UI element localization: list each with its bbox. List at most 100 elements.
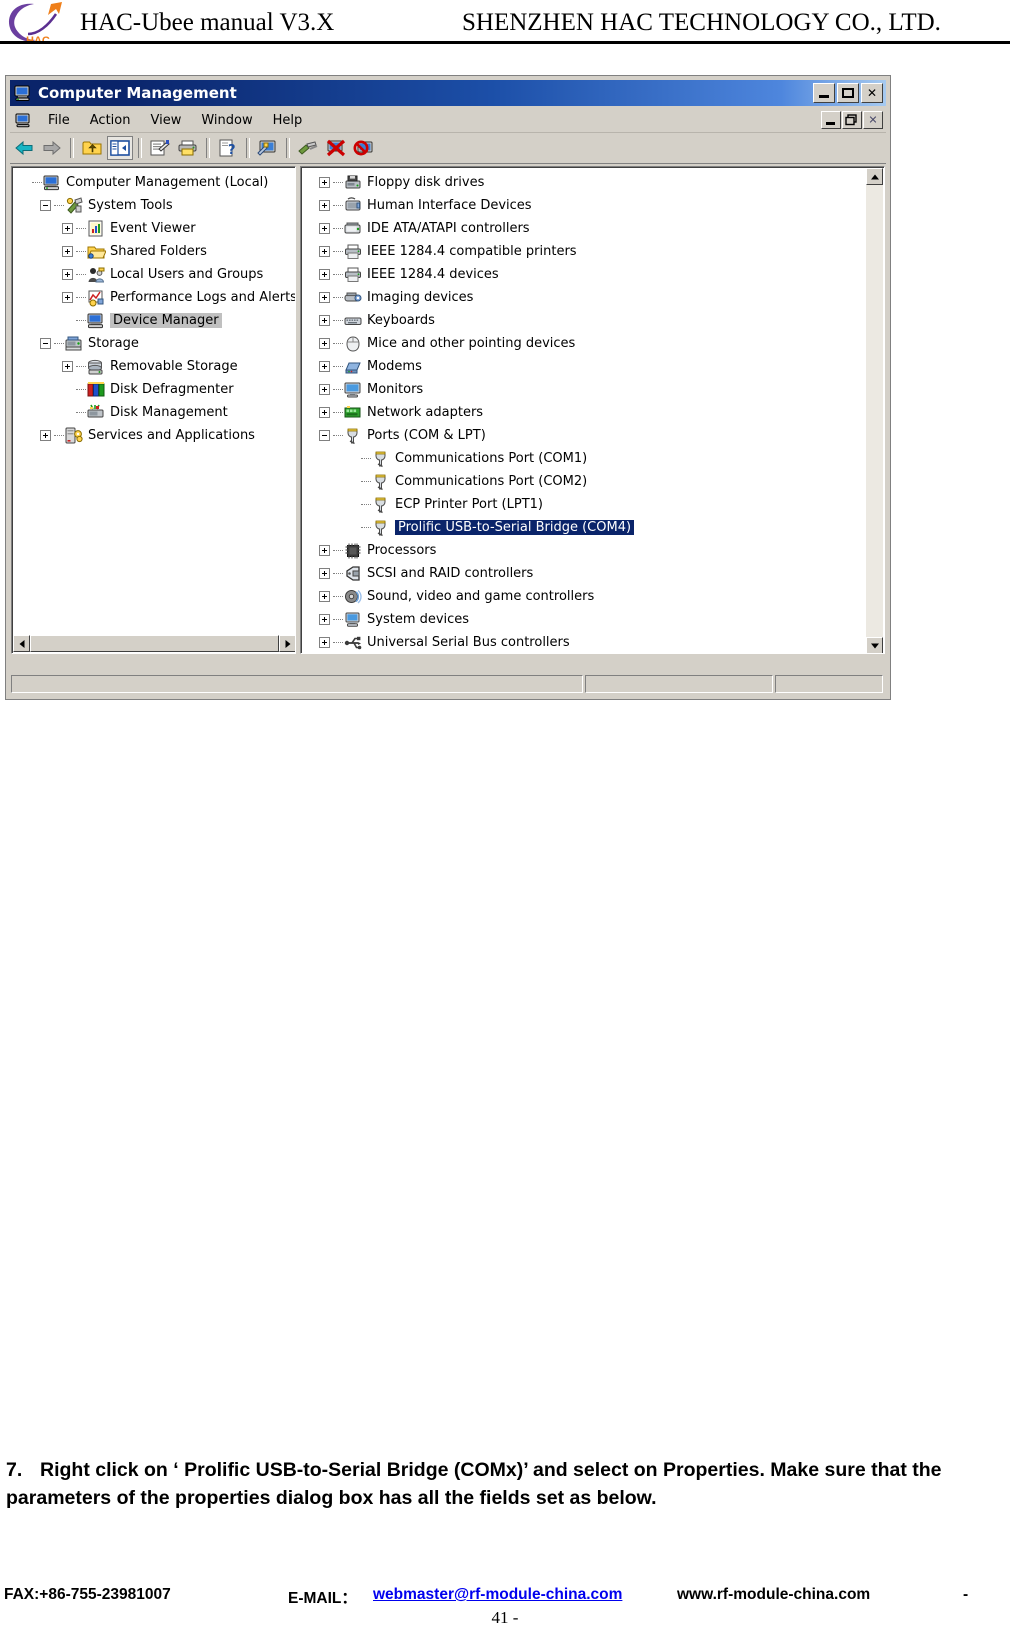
- instruction-paragraph: 7. Right click on ‘ Prolific USB-to-Seri…: [6, 1456, 1004, 1513]
- tree-item[interactable]: System Tools: [12, 194, 295, 217]
- expand-node-icon[interactable]: [319, 637, 330, 648]
- expand-node-icon[interactable]: [319, 407, 330, 418]
- collapse-node-icon[interactable]: [40, 200, 51, 211]
- tree-item[interactable]: Human Interface Devices: [305, 194, 884, 217]
- tree-item[interactable]: Network adapters: [305, 401, 884, 424]
- uninstall-device-icon[interactable]: [351, 136, 377, 160]
- expand-node-icon[interactable]: [319, 614, 330, 625]
- email-link[interactable]: webmaster@rf-module-china.com: [373, 1586, 622, 1604]
- print-icon[interactable]: [175, 136, 201, 160]
- menu-file[interactable]: File: [38, 111, 80, 130]
- tree-item[interactable]: Prolific USB-to-Serial Bridge (COM4): [305, 516, 884, 539]
- tree-item[interactable]: IEEE 1284.4 devices: [305, 263, 884, 286]
- expand-node-icon[interactable]: [319, 545, 330, 556]
- disable-device-icon[interactable]: [323, 136, 349, 160]
- scan-for-hardware-changes-icon[interactable]: [255, 136, 281, 160]
- tree-item[interactable]: Floppy disk drives: [305, 171, 884, 194]
- tree-item[interactable]: Sound, video and game controllers: [305, 585, 884, 608]
- console-tree-horizontal-scrollbar[interactable]: [13, 635, 295, 652]
- tree-item[interactable]: SCSI and RAID controllers: [305, 562, 884, 585]
- tree-item[interactable]: Mice and other pointing devices: [305, 332, 884, 355]
- back-icon[interactable]: [11, 136, 37, 160]
- update-driver-icon[interactable]: [295, 136, 321, 160]
- window-titlebar[interactable]: Computer Management ✕: [10, 80, 886, 106]
- mdi-minimize-button[interactable]: [821, 111, 841, 129]
- tree-item[interactable]: Modems: [305, 355, 884, 378]
- expand-node-icon[interactable]: [319, 246, 330, 257]
- mdi-restore-button[interactable]: [842, 111, 862, 129]
- tree-connector-line: [76, 296, 86, 299]
- tree-item[interactable]: Local Users and Groups: [12, 263, 295, 286]
- expand-node-icon[interactable]: [319, 269, 330, 280]
- expand-node-icon[interactable]: [62, 292, 73, 303]
- menu-help[interactable]: Help: [263, 111, 313, 130]
- expand-node-icon[interactable]: [319, 361, 330, 372]
- expand-node-icon[interactable]: [319, 591, 330, 602]
- expand-node-icon[interactable]: [319, 568, 330, 579]
- expand-node-icon[interactable]: [62, 223, 73, 234]
- tree-item[interactable]: Performance Logs and Alerts: [12, 286, 295, 309]
- tree-item[interactable]: Removable Storage: [12, 355, 295, 378]
- tree-item[interactable]: Device Manager: [12, 309, 295, 332]
- tree-item[interactable]: System devices: [305, 608, 884, 631]
- expand-node-icon[interactable]: [62, 246, 73, 257]
- storage-icon: [65, 335, 84, 353]
- tree-item[interactable]: Imaging devices: [305, 286, 884, 309]
- menu-action[interactable]: Action: [80, 111, 141, 130]
- toolbar: ?: [10, 133, 886, 164]
- tree-item[interactable]: IEEE 1284.4 compatible printers: [305, 240, 884, 263]
- help-icon[interactable]: ?: [215, 136, 241, 160]
- mouse-icon: [344, 335, 363, 353]
- properties-icon[interactable]: [147, 136, 173, 160]
- close-button[interactable]: ✕: [861, 83, 883, 103]
- scroll-right-button[interactable]: [279, 635, 295, 652]
- tree-item[interactable]: Computer Management (Local): [12, 171, 295, 194]
- expand-node-icon[interactable]: [319, 384, 330, 395]
- scroll-track[interactable]: [866, 185, 883, 637]
- console-tree[interactable]: Computer Management (Local) System Tools E…: [12, 167, 295, 653]
- expand-node-icon[interactable]: [319, 338, 330, 349]
- expand-node-icon[interactable]: [319, 223, 330, 234]
- tree-item[interactable]: Ports (COM & LPT): [305, 424, 884, 447]
- show-hide-console-tree-icon[interactable]: [107, 136, 133, 160]
- expand-node-icon[interactable]: [319, 177, 330, 188]
- device-tree[interactable]: Floppy disk drives Human Interface Device…: [301, 167, 884, 653]
- expand-node-icon[interactable]: [62, 361, 73, 372]
- minimize-button[interactable]: [813, 83, 835, 103]
- tree-item[interactable]: Universal Serial Bus controllers: [305, 631, 884, 653]
- toolbar-separator: [246, 138, 250, 158]
- tree-item[interactable]: Disk Management: [12, 401, 295, 424]
- tree-item[interactable]: Storage: [12, 332, 295, 355]
- expand-node-icon[interactable]: [319, 292, 330, 303]
- up-one-level-icon[interactable]: [79, 136, 105, 160]
- menu-view[interactable]: View: [140, 111, 191, 130]
- expand-node-icon[interactable]: [62, 269, 73, 280]
- tree-item[interactable]: IDE ATA/ATAPI controllers: [305, 217, 884, 240]
- tree-item[interactable]: Communications Port (COM2): [305, 470, 884, 493]
- tree-item[interactable]: ECP Printer Port (LPT1): [305, 493, 884, 516]
- tree-item[interactable]: Services and Applications: [12, 424, 295, 447]
- scroll-left-button[interactable]: [13, 635, 30, 652]
- collapse-node-icon[interactable]: [319, 430, 330, 441]
- tree-item[interactable]: Disk Defragmenter: [12, 378, 295, 401]
- imaging-device-icon: [344, 289, 363, 307]
- scroll-down-button[interactable]: [866, 637, 883, 653]
- device-tree-vertical-scrollbar[interactable]: [866, 168, 883, 653]
- tree-item[interactable]: Keyboards: [305, 309, 884, 332]
- tree-item[interactable]: Shared Folders: [12, 240, 295, 263]
- tree-item[interactable]: Processors: [305, 539, 884, 562]
- menu-window[interactable]: Window: [191, 111, 262, 130]
- mdi-close-button[interactable]: ✕: [863, 111, 883, 129]
- tree-item[interactable]: Monitors: [305, 378, 884, 401]
- expand-node-icon[interactable]: [319, 315, 330, 326]
- tree-item[interactable]: Communications Port (COM1): [305, 447, 884, 470]
- expand-node-icon[interactable]: [40, 430, 51, 441]
- tree-connector-line: [333, 227, 343, 230]
- tree-item[interactable]: Event Viewer: [12, 217, 295, 240]
- scroll-up-button[interactable]: [866, 168, 883, 185]
- collapse-node-icon[interactable]: [40, 338, 51, 349]
- scroll-thumb[interactable]: [30, 635, 279, 652]
- maximize-button[interactable]: [837, 83, 859, 103]
- expand-node-icon[interactable]: [319, 200, 330, 211]
- manual-title: HAC-Ubee manual V3.X: [80, 9, 335, 36]
